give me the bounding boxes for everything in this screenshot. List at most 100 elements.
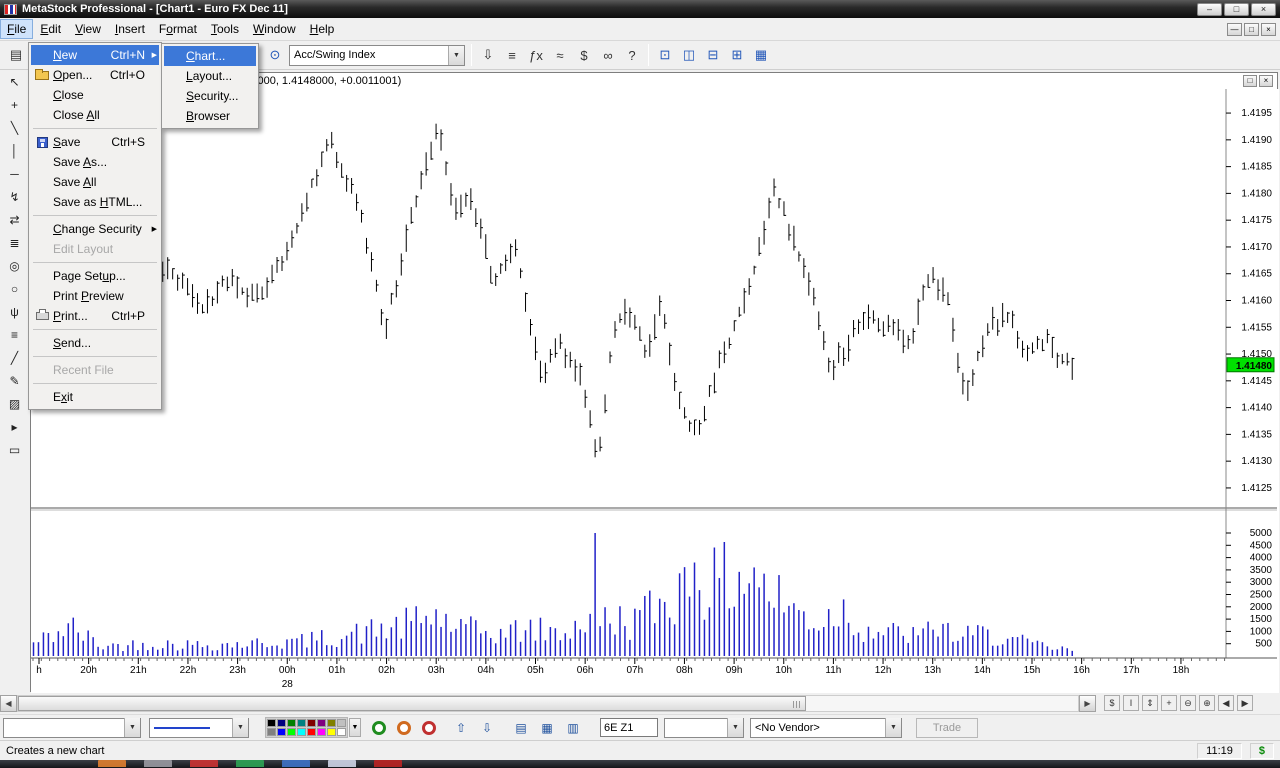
menubar-item-insert[interactable]: Insert <box>108 19 152 39</box>
file-menu-item-close-all[interactable]: Close All <box>31 105 159 125</box>
eraser-tool[interactable]: ▭ <box>3 439 27 461</box>
taskbar-button-6[interactable] <box>374 760 402 767</box>
line-style-dropdown[interactable]: ▼ <box>149 718 249 738</box>
file-menu-item-save-as-html[interactable]: Save as HTML... <box>31 192 159 212</box>
crosshair-tool[interactable]: + <box>3 94 27 116</box>
child-minimize-button[interactable]: — <box>1227 23 1242 36</box>
file-menu-item-save-as[interactable]: Save As... <box>31 152 159 172</box>
new-submenu-item-browser[interactable]: Browser <box>164 106 256 126</box>
file-menu-item-page-setup[interactable]: Page Setup... <box>31 266 159 286</box>
palette-color-8[interactable] <box>267 728 276 736</box>
palette-color-5[interactable] <box>317 719 326 727</box>
text-tool[interactable]: ✎ <box>3 370 27 392</box>
menubar-item-view[interactable]: View <box>68 19 108 39</box>
downloader-button[interactable]: ⇩ <box>476 43 500 67</box>
file-menu-item-exit[interactable]: Exit <box>31 387 159 407</box>
layout-split-button[interactable]: ▥ <box>562 718 584 738</box>
pattern-tool[interactable]: ▨ <box>3 393 27 415</box>
tile-vertical-button[interactable]: ◫ <box>677 43 701 67</box>
menubar-item-edit[interactable]: Edit <box>33 19 68 39</box>
taskbar-button-5[interactable] <box>328 760 356 767</box>
file-menu-item-close[interactable]: Close <box>31 85 159 105</box>
trendline-tool[interactable]: ╲ <box>3 117 27 139</box>
quotes-button[interactable] <box>372 721 386 735</box>
palette-color-2[interactable] <box>287 719 296 727</box>
maximize-button[interactable]: □ <box>1224 3 1249 16</box>
taskbar-button-4[interactable] <box>282 760 310 767</box>
indicator-dropdown[interactable]: Acc/Swing Index▼ <box>289 45 465 66</box>
new-submenu-item-layout[interactable]: Layout... <box>164 66 256 86</box>
spiral-tool[interactable]: ◎ <box>3 255 27 277</box>
file-menu-item-send[interactable]: Send... <box>31 333 159 353</box>
zoom-in-button[interactable]: ⊕ <box>1199 695 1215 711</box>
scrollbar-track[interactable] <box>17 695 1079 712</box>
palette-color-10[interactable] <box>287 728 296 736</box>
menubar-item-format[interactable]: Format <box>152 19 204 39</box>
scrollbar-left-arrow[interactable]: ◀ <box>0 695 17 712</box>
news-button[interactable] <box>397 721 411 735</box>
minimize-button[interactable]: – <box>1197 3 1222 16</box>
new-chart-button[interactable]: ▤ <box>4 43 28 67</box>
explorer-button[interactable]: ∞ <box>596 43 620 67</box>
new-window-button[interactable]: ⊡ <box>653 43 677 67</box>
palette-color-13[interactable] <box>317 728 326 736</box>
palette-color-0[interactable] <box>267 719 276 727</box>
taskbar-button-2[interactable] <box>190 760 218 767</box>
palette-color-1[interactable] <box>277 719 286 727</box>
file-menu-item-change-security[interactable]: Change Security▶ <box>31 219 159 239</box>
file-menu-item-save[interactable]: SaveCtrl+S <box>31 132 159 152</box>
palette-color-14[interactable] <box>327 728 336 736</box>
horizontal-line-tool[interactable]: ─ <box>3 163 27 185</box>
periodicity-dropdown[interactable]: ▼ <box>3 718 141 738</box>
system-tester-button[interactable]: $ <box>572 43 596 67</box>
child-restore-button[interactable]: □ <box>1244 23 1259 36</box>
cycle-lines-tool[interactable]: ⇄ <box>3 209 27 231</box>
file-menu-item-print[interactable]: Print...Ctrl+P <box>31 306 159 326</box>
new-submenu-item-chart[interactable]: Chart... <box>164 46 256 66</box>
new-submenu-item-security[interactable]: Security... <box>164 86 256 106</box>
chart-canvas[interactable]: 1.41951.41901.41851.41801.41751.41701.41… <box>31 89 1279 693</box>
zigzag-tool[interactable]: ↯ <box>3 186 27 208</box>
pointer-mode-button[interactable]: I <box>1123 695 1139 711</box>
ellipse-tool[interactable]: ○ <box>3 278 27 300</box>
fit-vertical-button[interactable]: ⇕ <box>1142 695 1158 711</box>
taskbar-button-1[interactable] <box>144 760 172 767</box>
alerts-button[interactable] <box>422 721 436 735</box>
menubar-item-tools[interactable]: Tools <box>204 19 246 39</box>
palette-color-7[interactable] <box>337 719 346 727</box>
zoom-chart-button[interactable]: ⊙ <box>263 43 287 67</box>
speed-lines-tool[interactable]: ╱ <box>3 347 27 369</box>
file-menu-item-open[interactable]: Open...Ctrl+O <box>31 65 159 85</box>
file-menu-item-save-all[interactable]: Save All <box>31 172 159 192</box>
palette-color-12[interactable] <box>307 728 316 736</box>
symbol-input[interactable] <box>600 718 658 737</box>
palette-color-15[interactable] <box>337 728 346 736</box>
chart-restore-button[interactable]: □ <box>1243 75 1257 87</box>
scrollbar-thumb[interactable] <box>18 696 806 711</box>
close-button[interactable]: × <box>1251 3 1276 16</box>
tile-horizontal-button[interactable]: ⊟ <box>701 43 725 67</box>
interval-dropdown[interactable]: ▼ <box>664 718 744 738</box>
trade-button[interactable]: Trade <box>916 718 978 738</box>
pointer-tool[interactable]: ↖ <box>3 71 27 93</box>
crosshair-mode-button[interactable]: + <box>1161 695 1177 711</box>
child-close-button[interactable]: × <box>1261 23 1276 36</box>
save-layout-button[interactable]: ⇩ <box>476 718 498 738</box>
taskbar-button-3[interactable] <box>236 760 264 767</box>
file-menu-item-new[interactable]: NewCtrl+N▶ <box>31 45 159 65</box>
quadrant-lines-tool[interactable]: ≡ <box>3 324 27 346</box>
security-manager-button[interactable]: ≡ <box>500 43 524 67</box>
dollar-scale-button[interactable]: $ <box>1104 695 1120 711</box>
zoom-out-button[interactable]: ⊖ <box>1180 695 1196 711</box>
context-help-button[interactable]: ? <box>620 43 644 67</box>
palette-color-11[interactable] <box>297 728 306 736</box>
expert-advisor-button[interactable]: ≈ <box>548 43 572 67</box>
taskbar-button-0[interactable] <box>98 760 126 767</box>
chart-close-button[interactable]: × <box>1259 75 1273 87</box>
layout-single-button[interactable]: ▤ <box>510 718 532 738</box>
file-menu-item-print-preview[interactable]: Print Preview <box>31 286 159 306</box>
palette-color-4[interactable] <box>307 719 316 727</box>
palette-color-6[interactable] <box>327 719 336 727</box>
apply-template-button[interactable]: ⇧ <box>450 718 472 738</box>
color-palette-dropdown[interactable]: ▼ <box>349 718 361 737</box>
